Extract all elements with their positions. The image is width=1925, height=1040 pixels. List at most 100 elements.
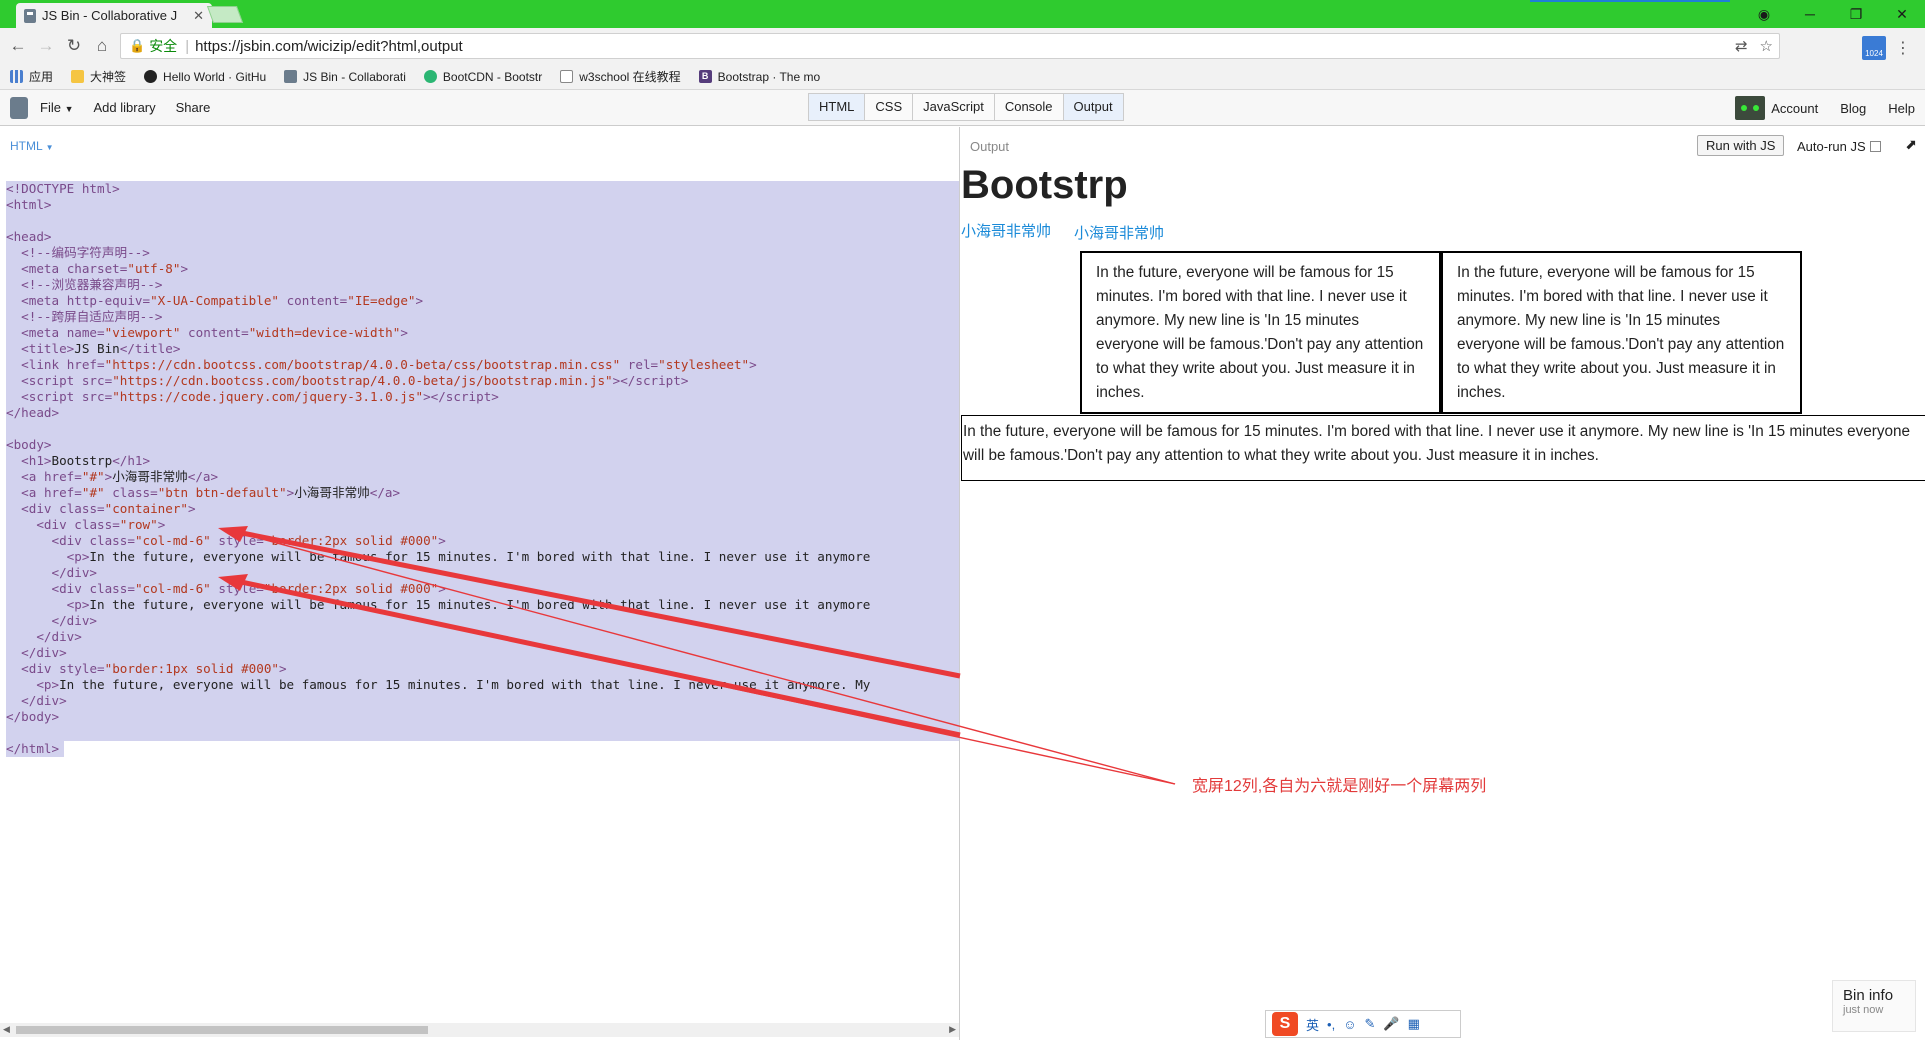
page-icon (560, 70, 574, 83)
punctuation-icon[interactable]: •, (1327, 1017, 1335, 1032)
code-line (6, 421, 959, 437)
new-tab-button[interactable] (206, 6, 244, 23)
bookmark-star-icon[interactable]: ☆ (1760, 37, 1773, 55)
emoji-icon[interactable]: ☺ (1343, 1017, 1356, 1032)
jsbin-icon (284, 70, 298, 83)
scroll-left-icon[interactable]: ◀ (3, 1024, 10, 1035)
dropdown-caret-icon: ▼ (45, 143, 54, 152)
code-line (6, 725, 959, 741)
jsbin-toolbar: File ▼ Add library Share HTML CSS JavaSc… (0, 90, 1925, 126)
popout-icon[interactable]: ⬈ (1905, 136, 1917, 153)
code-line: </div> (6, 629, 959, 645)
chrome-menu-icon[interactable]: ⋮ (1895, 38, 1911, 58)
code-line: <head> (6, 229, 959, 245)
browser-tab[interactable]: JS Bin - Collaborative J ✕ (16, 3, 212, 28)
sogou-logo-icon[interactable]: S (1272, 1012, 1298, 1036)
omnibox[interactable]: 🔒 安全 | https://jsbin.com/wicizip/edit?ht… (120, 33, 1780, 59)
extension-icon[interactable]: 1024 (1862, 36, 1886, 60)
back-icon[interactable]: ← (4, 36, 32, 56)
tab-javascript[interactable]: JavaScript (913, 94, 995, 120)
bootstrap-row: In the future, everyone will be famous f… (1080, 251, 1802, 414)
code-line: <!--编码字符声明--> (6, 245, 959, 261)
blog-link[interactable]: Blog (1840, 101, 1866, 116)
bootstrap-icon: B (698, 70, 712, 83)
output-label: Output (970, 139, 1010, 154)
jsbin-logo-icon[interactable] (10, 96, 28, 119)
code-line: <div class="col-md-6" style="border:2px … (6, 581, 959, 597)
window-controls: ◉ ─ ❐ ✕ (1741, 0, 1925, 28)
editor-language-label[interactable]: HTML ▼ (10, 139, 54, 153)
minimize-icon[interactable]: ─ (1787, 6, 1833, 22)
code-line: </div> (6, 565, 959, 581)
html-editor-pane[interactable]: HTML ▼ <!DOCTYPE html> <html> <head> <!--编… (0, 127, 960, 1040)
bookmark-bootstrap[interactable]: B Bootstrap · The mo (698, 69, 821, 84)
bookmark-github[interactable]: Hello World · GitHu (144, 70, 266, 84)
bookmark-folder[interactable]: 大神签 (71, 68, 126, 85)
bookmark-w3school[interactable]: w3school 在线教程 (560, 68, 681, 85)
code-line: <script src="https://cdn.bootcss.com/boo… (6, 373, 959, 389)
help-link[interactable]: Help (1888, 101, 1915, 116)
bookmark-apps[interactable]: 应用 (10, 68, 53, 85)
jsbin-favicon-icon (24, 8, 36, 23)
translate-icon[interactable]: ⇄ (1735, 37, 1748, 55)
output-link[interactable]: 小海哥非常帅 (961, 220, 1051, 241)
code-line: <script src="https://code.jquery.com/jqu… (6, 389, 959, 405)
output-button-link[interactable]: 小海哥非常帅 (1074, 222, 1164, 243)
scrollbar-thumb[interactable] (16, 1026, 428, 1034)
loading-bar (1530, 0, 1730, 2)
bookmark-jsbin[interactable]: JS Bin - Collaborati (284, 70, 406, 84)
horizontal-scrollbar[interactable]: ◀ ▶ (0, 1023, 959, 1037)
bookmark-bootcdn[interactable]: BootCDN - Bootstr (423, 70, 542, 84)
restore-icon[interactable]: ❐ (1833, 6, 1879, 23)
code-line: <meta charset="utf-8"> (6, 261, 959, 277)
mic-icon[interactable]: 🎤 (1383, 1016, 1399, 1032)
bookmark-label: w3school 在线教程 (579, 70, 681, 84)
autorun-checkbox[interactable] (1869, 141, 1881, 152)
annotation-text: 宽屏12列,各自为六就是刚好一个屏幕两列 (1192, 778, 1487, 795)
ime-language[interactable]: 英 (1306, 1015, 1319, 1034)
tab-title: JS Bin - Collaborative J (42, 8, 178, 23)
add-library-menu[interactable]: Add library (94, 100, 156, 115)
code-line: </div> (6, 613, 959, 629)
code-line: </head> (6, 405, 959, 421)
share-menu[interactable]: Share (176, 100, 211, 115)
close-window-icon[interactable]: ✕ (1879, 6, 1925, 23)
output-heading: Bootstrp (961, 163, 1128, 207)
avatar[interactable] (1735, 96, 1766, 120)
forward-icon[interactable]: → (32, 36, 60, 56)
account-link[interactable]: Account (1771, 101, 1818, 116)
github-icon (144, 70, 158, 83)
tab-html[interactable]: HTML (809, 94, 866, 120)
file-menu[interactable]: File ▼ (40, 100, 74, 115)
code-line: <meta http-equiv="X-UA-Compatible" conte… (6, 293, 959, 309)
bootcdn-icon (423, 70, 437, 83)
reload-icon[interactable]: ↻ (60, 36, 88, 56)
editor-language-text: HTML (10, 139, 43, 153)
run-with-js-button[interactable]: Run with JS (1697, 135, 1785, 156)
bookmark-label: Bootstrap · The mo (717, 69, 821, 84)
code-line: <div style="border:1px solid #000"> (6, 661, 959, 677)
code-content[interactable]: <!DOCTYPE html> <html> <head> <!--编码字符声明--… (6, 165, 959, 789)
tab-console[interactable]: Console (994, 94, 1064, 120)
ime-toolbar[interactable]: S 英 •, ☺ ✎ 🎤 ▦ (1265, 1010, 1461, 1038)
code-line: <p>In the future, everyone will be famou… (6, 677, 959, 693)
code-line (6, 213, 959, 229)
code-line: <!DOCTYPE html> (6, 181, 959, 197)
home-icon[interactable]: ⌂ (88, 36, 116, 56)
code-line: <div class="row"> (6, 517, 959, 533)
tab-close-icon[interactable]: ✕ (193, 8, 204, 24)
autorun-toggle[interactable]: Auto-run JS (1797, 139, 1881, 154)
grid-menu-icon[interactable]: ▦ (1408, 1016, 1420, 1032)
url-text[interactable]: https://jsbin.com/wicizip/edit?html,outp… (195, 38, 463, 55)
code-line: <div class="col-md-6" style="border:2px … (6, 533, 959, 549)
code-line: <meta name="viewport" content="width=dev… (6, 325, 959, 341)
profile-icon[interactable]: ◉ (1741, 6, 1787, 23)
bookmarks-bar: 应用 大神签 Hello World · GitHu JS Bin - Coll… (0, 64, 1925, 90)
bin-info-panel[interactable]: Bin info just now (1832, 980, 1916, 1032)
scroll-right-icon[interactable]: ▶ (949, 1024, 956, 1035)
tab-css[interactable]: CSS (865, 94, 914, 120)
code-line: <!--跨屏自适应声明--> (6, 309, 959, 325)
code-line: </div> (6, 645, 959, 661)
pen-icon[interactable]: ✎ (1364, 1016, 1375, 1032)
tab-output[interactable]: Output (1063, 94, 1123, 120)
